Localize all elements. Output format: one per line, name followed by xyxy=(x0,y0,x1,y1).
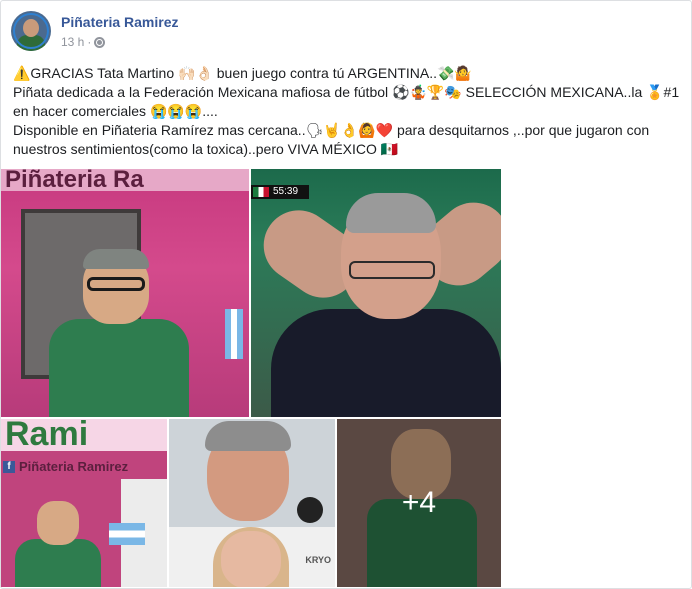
photo4-coach-hair xyxy=(205,421,291,451)
post-text-line: Disponible en Piñateria Ramírez mas cerc… xyxy=(13,122,650,138)
photo2-hair xyxy=(346,193,436,233)
mexico-flag-icon xyxy=(253,187,269,197)
photo4-brand: KRYO xyxy=(305,555,331,565)
page-name-link[interactable]: Piñateria Ramirez xyxy=(61,14,179,30)
photo-coach-reaction[interactable]: 55:39 xyxy=(251,169,501,417)
photo3-facebook-label: f Piñateria Ramirez xyxy=(3,459,128,474)
post-meta: 13 h · xyxy=(61,35,106,49)
post-text-line: nuestros sentimientos(como la toxica)..p… xyxy=(13,141,399,157)
photo-more[interactable]: +4 xyxy=(337,419,501,587)
photo3-pinata-body xyxy=(15,539,101,587)
photo3-pinata-head xyxy=(37,501,79,545)
photo1-pinata-body xyxy=(49,319,189,417)
avatar-ring xyxy=(13,13,49,49)
more-photos-count: +4 xyxy=(401,486,437,519)
post-text-line: en hacer comerciales 😭😭😭.... xyxy=(13,103,218,119)
microphone-icon xyxy=(297,497,323,523)
facebook-icon: f xyxy=(3,460,15,473)
photo2-glasses xyxy=(349,261,435,279)
photo4-woman-face xyxy=(221,531,281,587)
photo-press-collage[interactable]: KRYO xyxy=(169,419,335,587)
page-avatar[interactable] xyxy=(11,11,51,51)
match-time: 55:39 xyxy=(273,186,299,197)
post-text-line: ⚠️GRACIAS Tata Martino 🙌🏻👌🏻 buen juego c… xyxy=(13,65,472,81)
photo-pinata-wall[interactable]: Piñateria Ra xyxy=(1,169,249,417)
photo1-argentina-flag xyxy=(225,309,243,359)
post-card: Piñateria Ramirez 13 h · ⚠️GRACIAS Tata … xyxy=(0,0,692,589)
more-photos-overlay[interactable]: +4 xyxy=(337,419,501,587)
photo1-pinata-hair xyxy=(83,249,149,269)
post-text: ⚠️GRACIAS Tata Martino 🙌🏻👌🏻 buen juego c… xyxy=(13,64,683,159)
photo3-sign: Rami xyxy=(1,419,167,451)
photo3-page-name: Piñateria Ramirez xyxy=(19,459,129,474)
photo1-sign: Piñateria Ra xyxy=(1,169,249,191)
photo2-shirt xyxy=(271,309,501,417)
photo1-pinata-glasses xyxy=(87,277,145,291)
globe-icon xyxy=(94,36,106,48)
photo3-argentina-flag xyxy=(109,523,145,545)
photo-pinata-storefront[interactable]: Rami f Piñateria Ramirez xyxy=(1,419,167,587)
post-text-line: Piñata dedicada a la Federación Mexicana… xyxy=(13,84,680,100)
post-time[interactable]: 13 h xyxy=(61,35,84,49)
meta-separator: · xyxy=(87,35,92,49)
match-clock: 55:39 xyxy=(251,185,309,199)
